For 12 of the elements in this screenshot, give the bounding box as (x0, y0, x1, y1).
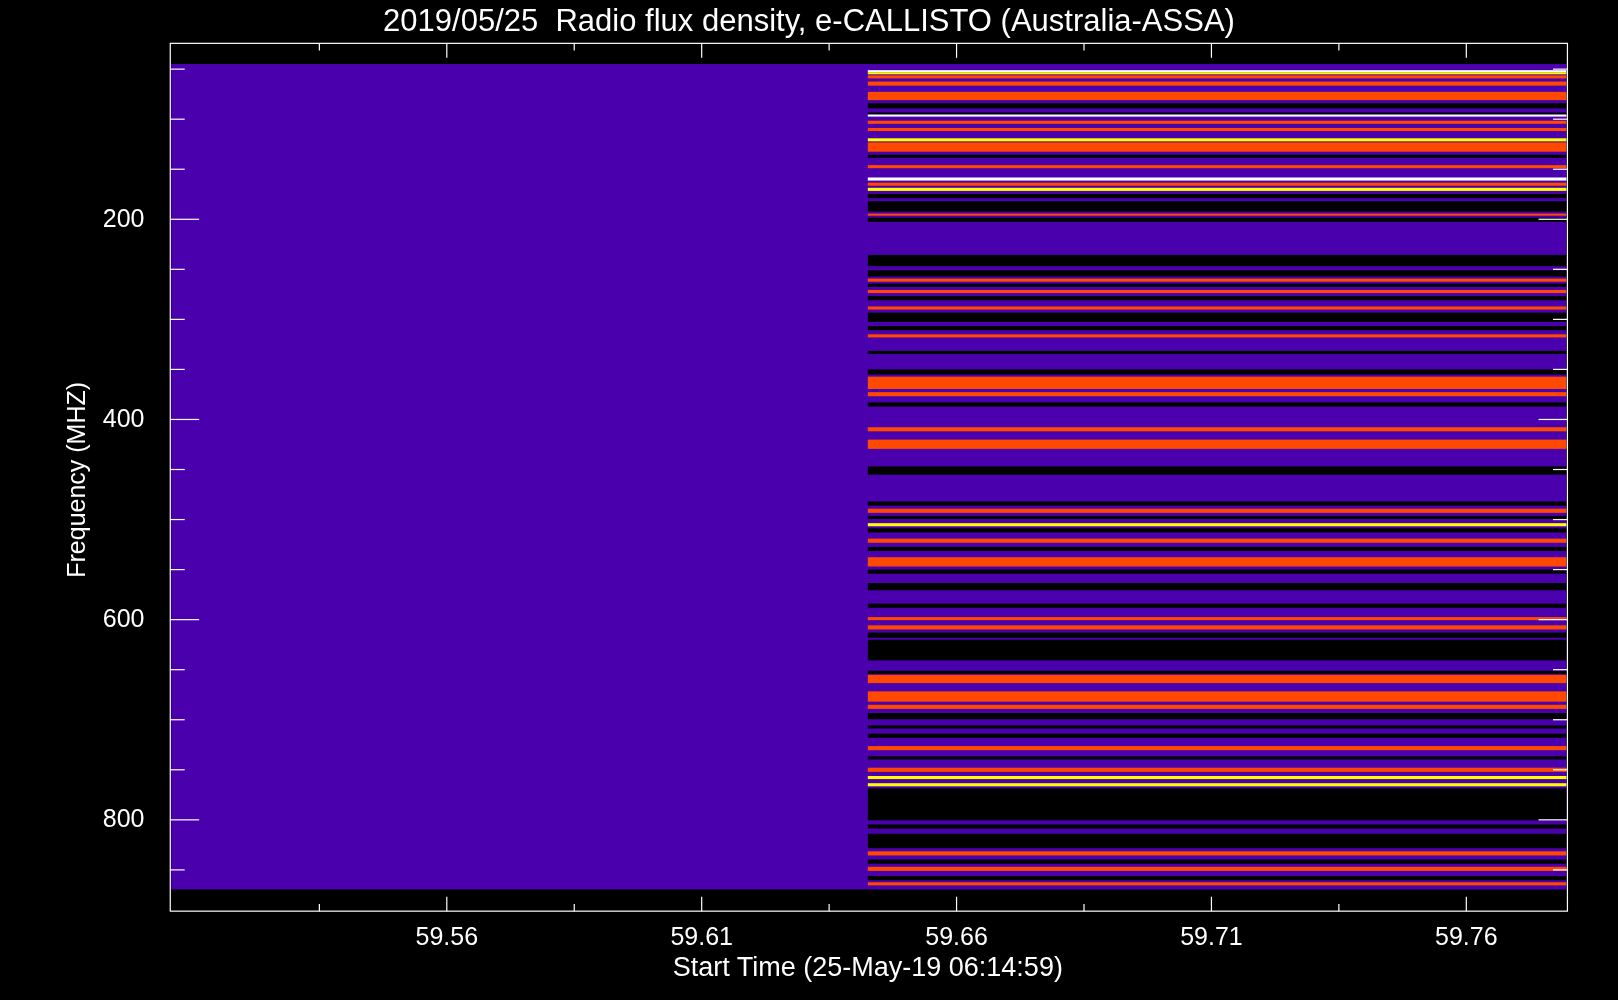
tick-label: 200 (102, 203, 145, 232)
tick-label: 59.71 (1180, 921, 1243, 950)
tick-label: 600 (102, 604, 145, 633)
tick-label: 59.76 (1435, 921, 1498, 950)
axis-label: Frequency (MHZ) (61, 381, 90, 578)
tick-label: 59.56 (415, 921, 479, 950)
tick-label: 59.61 (670, 921, 733, 950)
tick-label: 800 (102, 804, 145, 833)
tick-label: 400 (102, 403, 145, 432)
tick-label: 59.66 (925, 921, 988, 950)
axis-label: Start Time (25-May-19 06:14:59) (672, 951, 1063, 982)
chart-title: 2019/05/25 Radio flux density, e-CALLISTO (Australia-ASSA) (383, 2, 1235, 38)
